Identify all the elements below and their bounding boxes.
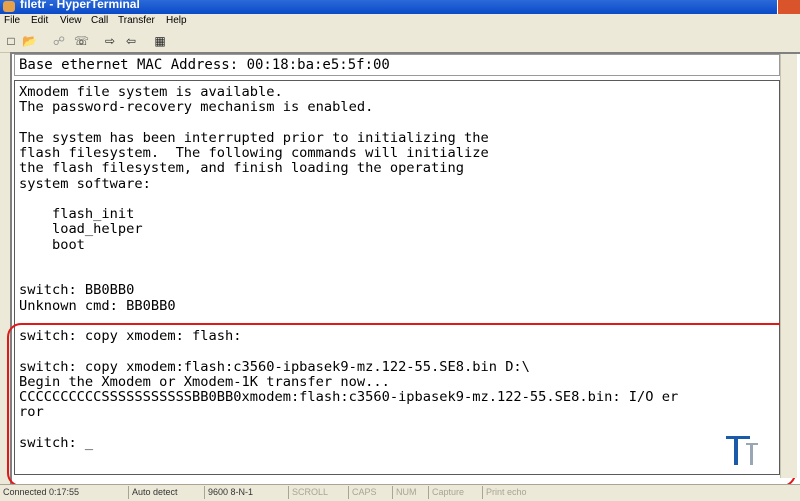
disconnect-icon[interactable]: ☍	[52, 34, 66, 48]
close-button[interactable]	[777, 0, 800, 14]
terminal-line: Unknown cmd: BB0BB0	[19, 297, 176, 314]
status-scroll: SCROLL	[288, 486, 348, 499]
receive-icon[interactable]: ⇦	[124, 34, 138, 48]
highlight-annotation	[7, 323, 796, 487]
phone-icon[interactable]: ☏	[74, 34, 89, 48]
mac-address-line: Base ethernet MAC Address: 00:18:ba:e5:5…	[14, 54, 780, 76]
status-bar: Connected 0:17:55 Auto detect 9600 8-N-1…	[0, 484, 800, 501]
status-print-echo: Print echo	[482, 486, 546, 499]
vertical-scrollbar[interactable]	[780, 54, 797, 478]
terminal-line: The password-recovery mechanism is enabl…	[19, 99, 374, 116]
window-title: filetr - HyperTerminal	[20, 0, 140, 11]
status-capture: Capture	[428, 486, 482, 499]
status-detect: Auto detect	[128, 486, 204, 499]
title-bar: filetr - HyperTerminal	[0, 0, 800, 14]
menu-bar: File Edit View Call Transfer Help	[0, 14, 800, 29]
terminal-line: flash_init	[19, 206, 135, 222]
terminal-line: boot	[19, 236, 85, 253]
menu-view[interactable]: View	[60, 15, 82, 26]
menu-help[interactable]: Help	[166, 15, 187, 26]
terminal-line: system software:	[19, 175, 151, 192]
status-caps: CAPS	[348, 486, 392, 499]
properties-icon[interactable]: ▦	[153, 34, 167, 48]
menu-transfer[interactable]: Transfer	[118, 15, 155, 26]
terminal-line: switch: BB0BB0	[19, 282, 135, 299]
terminal-line: load_helper	[19, 221, 143, 238]
status-settings: 9600 8-N-1	[204, 486, 288, 499]
terminal-line: flash filesystem. The following commands…	[19, 145, 489, 161]
menu-call[interactable]: Call	[91, 15, 108, 26]
new-icon[interactable]: □	[4, 34, 18, 48]
send-icon[interactable]: ⇨	[103, 34, 117, 48]
hyperterminal-icon	[3, 1, 15, 12]
menu-edit[interactable]: Edit	[31, 15, 48, 26]
status-connected: Connected 0:17:55	[3, 487, 80, 497]
status-num: NUM	[392, 486, 428, 499]
open-icon[interactable]: 📂	[22, 34, 37, 48]
terminal-line: the flash filesystem, and finish loading…	[19, 160, 464, 177]
terminal-line: The system has been interrupted prior to…	[19, 129, 489, 146]
terminal-line: Xmodem file system is available.	[19, 84, 283, 100]
toolbar: □ 📂 ☍ ☏ ⇨ ⇦ ▦	[0, 30, 800, 53]
menu-file[interactable]: File	[4, 15, 20, 26]
